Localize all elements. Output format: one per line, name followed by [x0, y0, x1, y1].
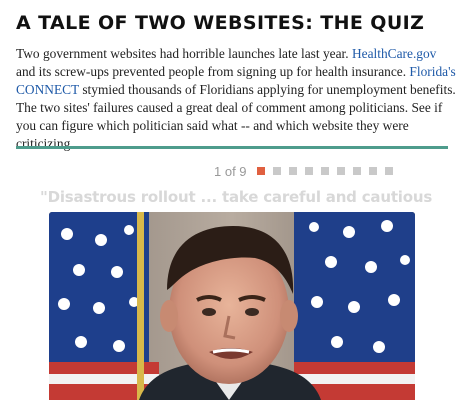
slide-quote: "Disastrous rollout ... take careful and… [40, 188, 433, 206]
intro-text-3: stymied thousands of Floridians applying… [16, 82, 456, 151]
flag-pole [137, 212, 144, 400]
pager-dot-8[interactable] [368, 167, 377, 175]
page-title: A TALE OF TWO WEBSITES: THE QUIZ [16, 12, 425, 34]
section-divider [16, 146, 448, 149]
pager-dot-5[interactable] [320, 167, 329, 175]
pager-dot-3[interactable] [288, 167, 297, 175]
pager-dot-4[interactable] [304, 167, 313, 175]
pager-dot-9[interactable] [384, 167, 393, 175]
slide-pager: 1 of 9 [214, 163, 401, 179]
pager-dot-6[interactable] [336, 167, 345, 175]
pager-dot-1[interactable] [256, 167, 265, 175]
intro-text-1: Two government websites had horrible lau… [16, 46, 352, 61]
politician-photo [49, 212, 415, 400]
slide-counter: 1 of 9 [214, 163, 247, 179]
right-flag [294, 212, 415, 400]
photo-illustration [49, 212, 415, 400]
intro-paragraph: Two government websites had horrible lau… [16, 45, 456, 153]
healthcare-link[interactable]: HealthCare.gov [352, 46, 436, 61]
intro-text-2: and its screw-ups prevented people from … [16, 64, 410, 79]
pager-dots [256, 167, 401, 175]
pager-dot-2[interactable] [272, 167, 281, 175]
pager-dot-7[interactable] [352, 167, 361, 175]
